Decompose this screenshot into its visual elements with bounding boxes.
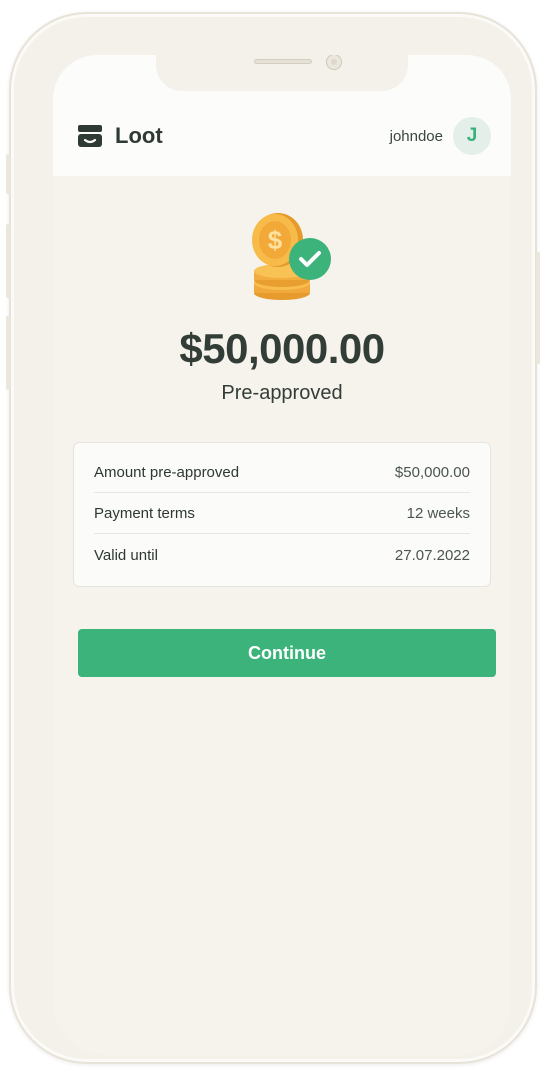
user-menu[interactable]: johndoe J: [390, 117, 491, 155]
svg-text:$: $: [268, 225, 283, 255]
coins-check-icon: $: [252, 213, 331, 300]
approved-amount: $50,000.00: [179, 325, 385, 372]
username: johndoe: [389, 127, 443, 145]
detail-value: 27.07.2022: [394, 546, 470, 564]
notch: [156, 55, 408, 91]
mute-switch: [6, 154, 10, 194]
phone-frame: Loot johndoe J $ $50,000.00 Pre-approved: [6, 12, 540, 1064]
detail-label: Valid until: [94, 546, 158, 564]
detail-label: Payment terms: [94, 504, 195, 522]
detail-value: $50,000.00: [394, 464, 470, 481]
speaker: [254, 59, 312, 64]
volume-down-button: [6, 316, 10, 390]
detail-row-valid-until: Valid until 27.07.2022: [94, 534, 470, 576]
screen: Loot johndoe J $ $50,000.00 Pre-approved: [53, 55, 511, 1055]
detail-label: Amount pre-approved: [94, 464, 240, 481]
front-camera: [326, 55, 342, 70]
store-icon: [78, 125, 102, 147]
detail-value: 12 weeks: [406, 504, 470, 522]
detail-row-amount: Amount pre-approved $50,000.00: [94, 443, 470, 493]
offer-details-card: Amount pre-approved $50,000.00 Payment t…: [73, 442, 491, 587]
brand[interactable]: Loot: [77, 123, 163, 149]
avatar[interactable]: J: [453, 117, 491, 155]
volume-up-button: [6, 224, 10, 298]
approval-status: Pre-approved: [221, 382, 343, 404]
detail-row-payment-terms: Payment terms 12 weeks: [94, 493, 470, 534]
app-name: Loot: [115, 123, 163, 148]
power-button: [536, 252, 540, 364]
continue-button[interactable]: Continue: [78, 629, 496, 677]
